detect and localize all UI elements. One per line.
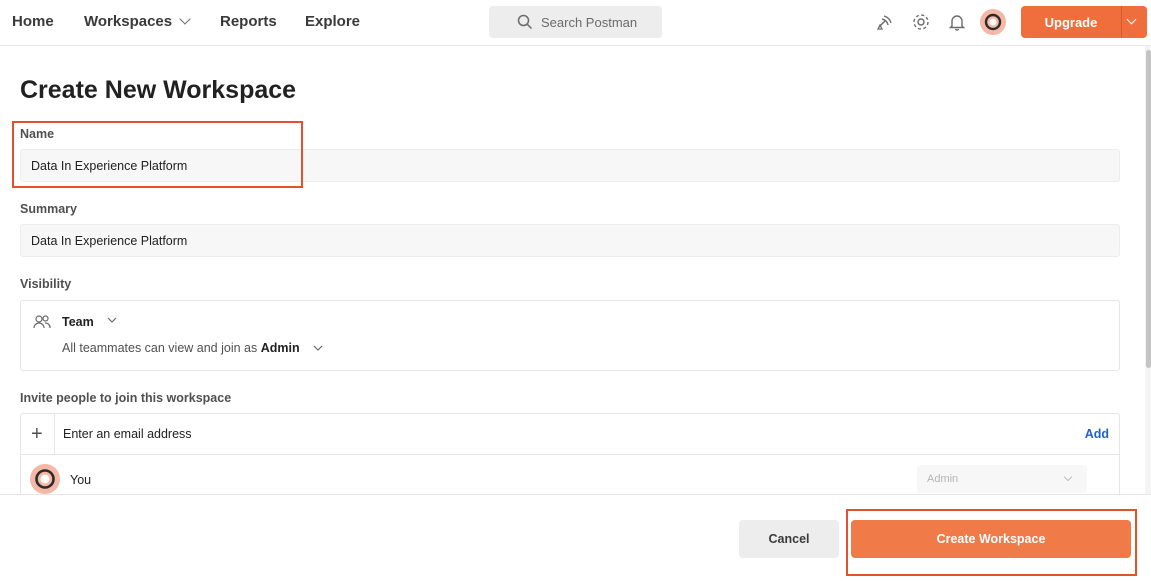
upgrade-divider [1121,6,1122,38]
visibility-option[interactable]: Team [62,315,94,329]
bell-icon[interactable] [946,11,968,33]
visibility-selector: Team All teammates can view and join as … [20,300,1120,371]
nav-workspaces[interactable]: Workspaces [84,13,191,30]
member-role: Admin [927,473,959,485]
nav-reports[interactable]: Reports [220,13,277,30]
chevron-down-icon[interactable] [313,344,323,352]
create-highlight-box [846,509,1137,576]
create-workspace-form: Create New Workspace Name Data In Experi… [0,46,1144,494]
chevron-down-icon[interactable] [1126,14,1137,25]
visibility-description: All teammates can view and join as Admin [62,341,323,355]
avatar-icon [35,469,55,489]
member-name: You [70,473,92,487]
add-button[interactable]: Add [1085,427,1109,441]
chevron-down-icon[interactable] [107,316,117,324]
cancel-label: Cancel [768,532,810,546]
invite-label: Invite people to join this workspace [20,391,232,405]
gear-icon[interactable] [910,11,932,33]
plus-icon: + [31,423,43,445]
summary-input[interactable]: Data In Experience Platform [20,224,1120,257]
upgrade-button[interactable]: Upgrade [1021,6,1147,38]
name-highlight-box [12,121,303,188]
search-icon [517,14,533,30]
search-input[interactable]: Search Postman [489,6,662,38]
add-invite-button[interactable]: + [21,414,55,454]
form-footer: Cancel Create Workspace [0,494,1151,581]
summary-label: Summary [20,202,77,216]
avatar[interactable] [980,9,1006,35]
divider [21,454,1119,455]
email-input[interactable]: Enter an email address [63,427,192,441]
upgrade-label: Upgrade [1044,15,1098,30]
cancel-button[interactable]: Cancel [739,520,839,558]
member-role-select: Admin [917,465,1087,493]
scrollbar-thumb[interactable] [1146,50,1151,368]
member-avatar [30,464,60,494]
nav-home[interactable]: Home [12,13,54,30]
search-placeholder: Search Postman [541,15,638,30]
visibility-label: Visibility [20,277,72,291]
nav-workspaces-label: Workspaces [84,13,173,30]
satellite-icon[interactable] [874,11,896,33]
avatar-icon [984,13,1002,31]
page-title: Create New Workspace [20,76,297,104]
nav-explore[interactable]: Explore [305,13,360,30]
visibility-description-text: All teammates can view and join as [62,341,258,355]
summary-value: Data In Experience Platform [31,234,188,248]
chevron-down-icon [179,13,191,25]
top-nav-bar: Home Workspaces Reports Explore Search P… [0,0,1151,46]
team-icon [33,315,51,329]
chevron-down-icon [1063,472,1073,482]
invite-panel: + Enter an email address Add You Admin [20,413,1120,494]
visibility-role[interactable]: Admin [261,341,300,355]
